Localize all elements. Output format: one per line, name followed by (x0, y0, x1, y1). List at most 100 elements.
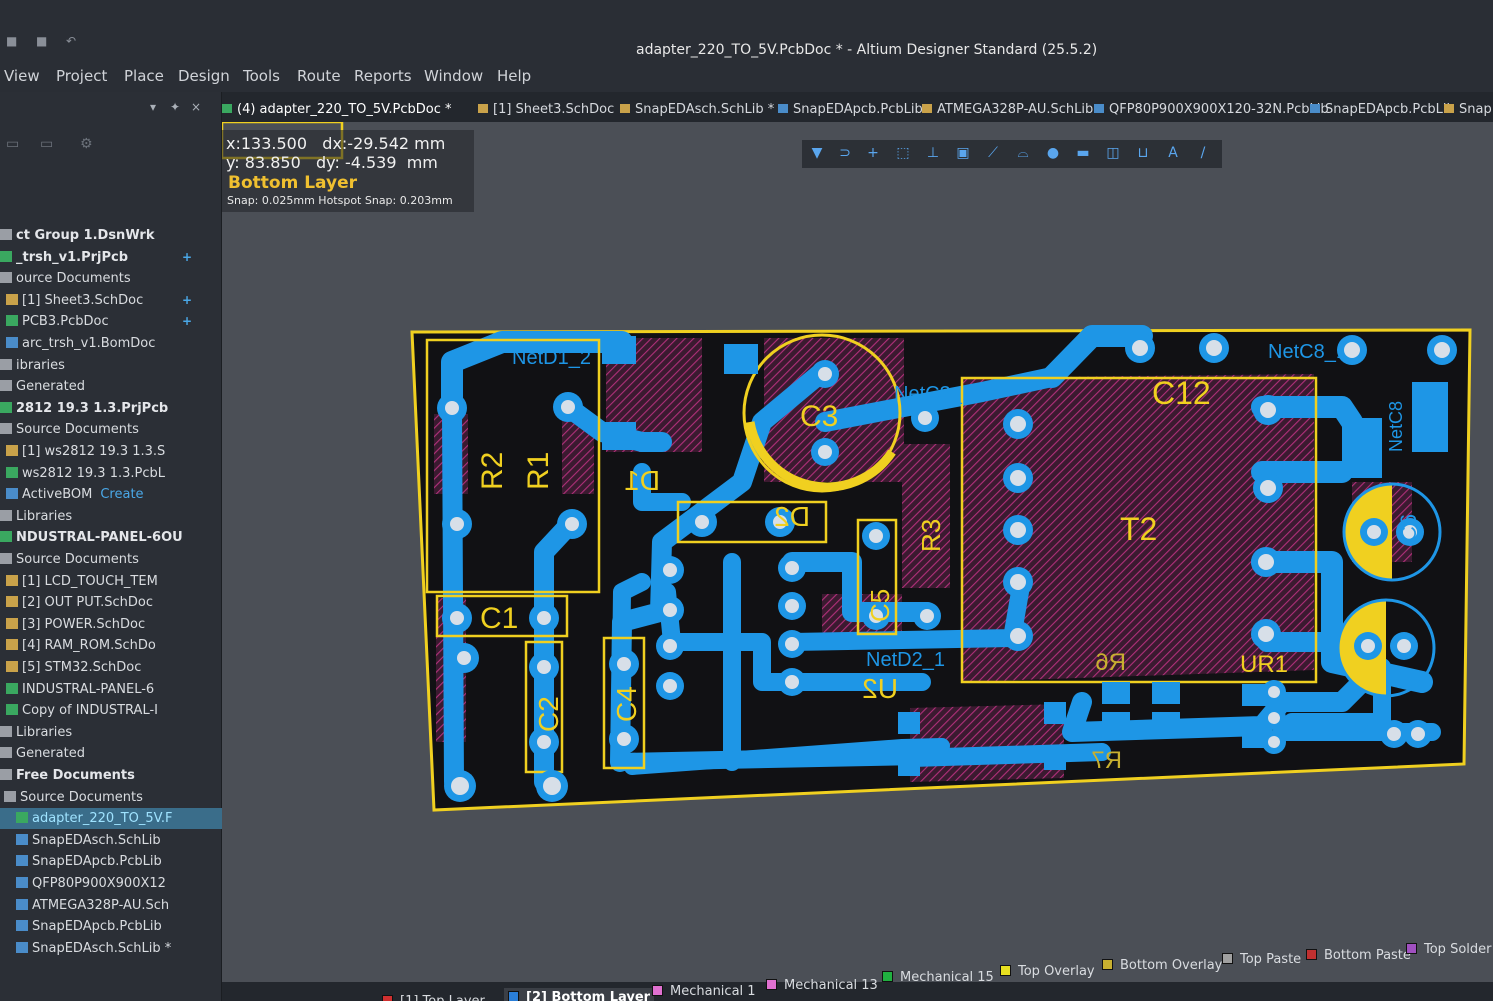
open-icon[interactable]: ■ (36, 34, 47, 48)
tree-item[interactable]: ActiveBOM Create (0, 484, 222, 505)
layer-tab[interactable]: Top Overlay (1000, 962, 1095, 982)
create-link[interactable]: Create (100, 487, 143, 502)
layer-tab[interactable]: [1] Top Layer (382, 992, 485, 1001)
tree-item[interactable]: [4] RAM_ROM.SchDo (0, 635, 222, 656)
menu-place[interactable]: Place (124, 67, 164, 85)
close-icon[interactable]: × (191, 100, 201, 114)
tree-item[interactable]: NDUSTRAL-PANEL-6OU (0, 527, 222, 548)
tree-item[interactable]: SnapEDAsch.SchLib * (0, 938, 222, 959)
tree-item[interactable]: [1] LCD_TOUCH_TEM (0, 571, 222, 592)
menu-project[interactable]: Project (56, 67, 107, 85)
save-icon[interactable]: ■ (6, 34, 17, 48)
panel-menu-icon[interactable]: ▾ (150, 100, 156, 114)
tree-item[interactable]: [3] POWER.SchDoc (0, 614, 222, 635)
diff-pair-icon[interactable]: ⌓ (1014, 144, 1032, 162)
menu-route[interactable]: Route (297, 67, 341, 85)
schematic-icon (6, 445, 18, 456)
tree-item[interactable]: ibraries (0, 355, 222, 376)
layer-tab[interactable]: Bottom Overlay (1102, 956, 1222, 976)
add-icon[interactable]: + (182, 247, 192, 268)
tree-item[interactable]: 2812 19.3 1.3.PrjPcb (0, 398, 222, 419)
document-tab[interactable]: (4) adapter_220_TO_5V.PcbDoc * (222, 102, 452, 117)
document-tab[interactable]: SnapEDApcb.PcbLib (1310, 102, 1455, 117)
tree-item[interactable]: Copy of INDUSTRAL-I (0, 700, 222, 721)
tree-item[interactable]: PCB3.PcbDoc + (0, 311, 222, 332)
panel-tool-icon[interactable]: ▭ (6, 136, 19, 152)
tree-item[interactable]: SnapEDAsch.SchLib (0, 830, 222, 851)
layer-tab[interactable]: Bottom Paste (1306, 946, 1411, 966)
menu-help[interactable]: Help (497, 67, 531, 85)
select-rect-icon[interactable]: ⬚ (894, 144, 912, 162)
layer-tab[interactable]: Top Solder (1406, 940, 1491, 960)
tree-item[interactable]: SnapEDApcb.PcbLib (0, 916, 222, 937)
text-icon[interactable]: A (1164, 144, 1182, 162)
tree-item-label: Libraries (16, 724, 73, 740)
layer-tab[interactable]: Mechanical 13 (766, 976, 878, 996)
pcb-board-view[interactable]: NetD1_2 NetC3_1 NetC8_1 NetD2_1 R2 R1 C3… (222, 122, 1493, 942)
tree-item[interactable]: ct Group 1.DsnWrk (0, 225, 222, 246)
tree-item[interactable]: Source Documents (0, 787, 222, 808)
tree-item[interactable]: ws2812 19.3 1.3.PcbL (0, 463, 222, 484)
tree-item[interactable]: Free Documents (0, 765, 222, 786)
add-icon[interactable]: + (182, 290, 192, 311)
designator-r2: R2 (476, 452, 509, 490)
align-icon[interactable]: ⊥ (924, 144, 942, 162)
pin-icon[interactable]: ✦ (170, 100, 180, 114)
layer-color-swatch (652, 985, 663, 996)
tree-item[interactable]: Libraries (0, 722, 222, 743)
settings-icon[interactable]: ⚙ (80, 136, 93, 152)
document-tab[interactable]: [1] Sheet3.SchDoc (478, 102, 614, 117)
tree-item[interactable]: arc_trsh_v1.BomDoc (0, 333, 222, 354)
dimension-icon[interactable]: ⊔ (1134, 144, 1152, 162)
polygon-icon[interactable]: ◫ (1104, 144, 1122, 162)
add-icon[interactable]: + (182, 311, 192, 332)
route-icon[interactable]: ⊃ (836, 144, 854, 162)
pcb-canvas[interactable]: NetD1_2 NetC3_1 NetC8_1 NetD2_1 R2 R1 C3… (222, 122, 1493, 982)
tree-item[interactable]: INDUSTRAL-PANEL-6 (0, 679, 222, 700)
tree-item[interactable]: QFP80P900X900X12 (0, 873, 222, 894)
tree-item-label: SnapEDApcb.PcbLib (32, 919, 162, 935)
pcb-icon (16, 812, 28, 824)
tree-item[interactable]: SnapEDApcb.PcbLib (0, 851, 222, 872)
layer-tab[interactable]: Mechanical 1 (652, 982, 756, 1001)
panel-tool-icon[interactable]: ▭ (40, 136, 53, 152)
fill-icon[interactable]: ▬ (1074, 144, 1092, 162)
layer-color-swatch (1406, 943, 1417, 954)
menu-tools[interactable]: Tools (243, 67, 280, 85)
undo-icon[interactable]: ↶ (66, 34, 76, 48)
document-tab[interactable]: SnapE (1444, 102, 1493, 117)
tree-item[interactable]: ource Documents (0, 268, 222, 289)
via-icon[interactable]: ● (1044, 144, 1062, 162)
tree-item[interactable]: Generated (0, 376, 222, 397)
layer-tab[interactable]: [2] Bottom Layer (504, 988, 655, 1001)
menu-view[interactable]: View (4, 67, 40, 85)
document-tab[interactable]: SnapEDApcb.PcbLib (778, 102, 923, 117)
layer-tab[interactable]: Top Paste (1222, 950, 1301, 970)
tree-item[interactable]: Source Documents (0, 549, 222, 570)
filter-icon[interactable]: ▼ (808, 144, 826, 162)
tree-item[interactable]: Source Documents (0, 419, 222, 440)
tree-item[interactable]: Libraries (0, 506, 222, 527)
tree-item[interactable]: [5] STM32.SchDoc (0, 657, 222, 678)
menu-window[interactable]: Window (424, 67, 483, 85)
tree-item[interactable]: [1] ws2812 19.3 1.3.S (0, 441, 222, 462)
document-tab[interactable]: ATMEGA328P-AU.SchLib (922, 102, 1093, 117)
component-icon[interactable]: ▣ (954, 144, 972, 162)
tree-item[interactable]: [2] OUT PUT.SchDoc (0, 592, 222, 613)
document-tab-label: SnapEDApcb.PcbLib (793, 102, 923, 117)
menu-design[interactable]: Design (178, 67, 230, 85)
document-tab[interactable]: SnapEDAsch.SchLib * (620, 102, 774, 117)
layer-color-swatch (1306, 949, 1317, 960)
tree-item[interactable]: adapter_220_TO_5V.F (0, 808, 222, 830)
tree-item[interactable]: Generated (0, 743, 222, 764)
line-icon[interactable]: / (1194, 144, 1212, 162)
interactive-route-icon[interactable]: ⟋ (984, 144, 1002, 162)
menu-reports[interactable]: Reports (354, 67, 412, 85)
layer-tab[interactable]: Mechanical 15 (882, 968, 994, 988)
tree-item[interactable]: ATMEGA328P-AU.Sch (0, 895, 222, 916)
tree-item[interactable]: _trsh_v1.PrjPcb + (0, 247, 222, 268)
pcb-icon (6, 682, 18, 694)
document-tab[interactable]: QFP80P900X900X120-32N.PcbLib (1094, 102, 1329, 117)
tree-item[interactable]: [1] Sheet3.SchDoc + (0, 290, 222, 311)
crosshair-icon[interactable]: + (864, 144, 882, 162)
